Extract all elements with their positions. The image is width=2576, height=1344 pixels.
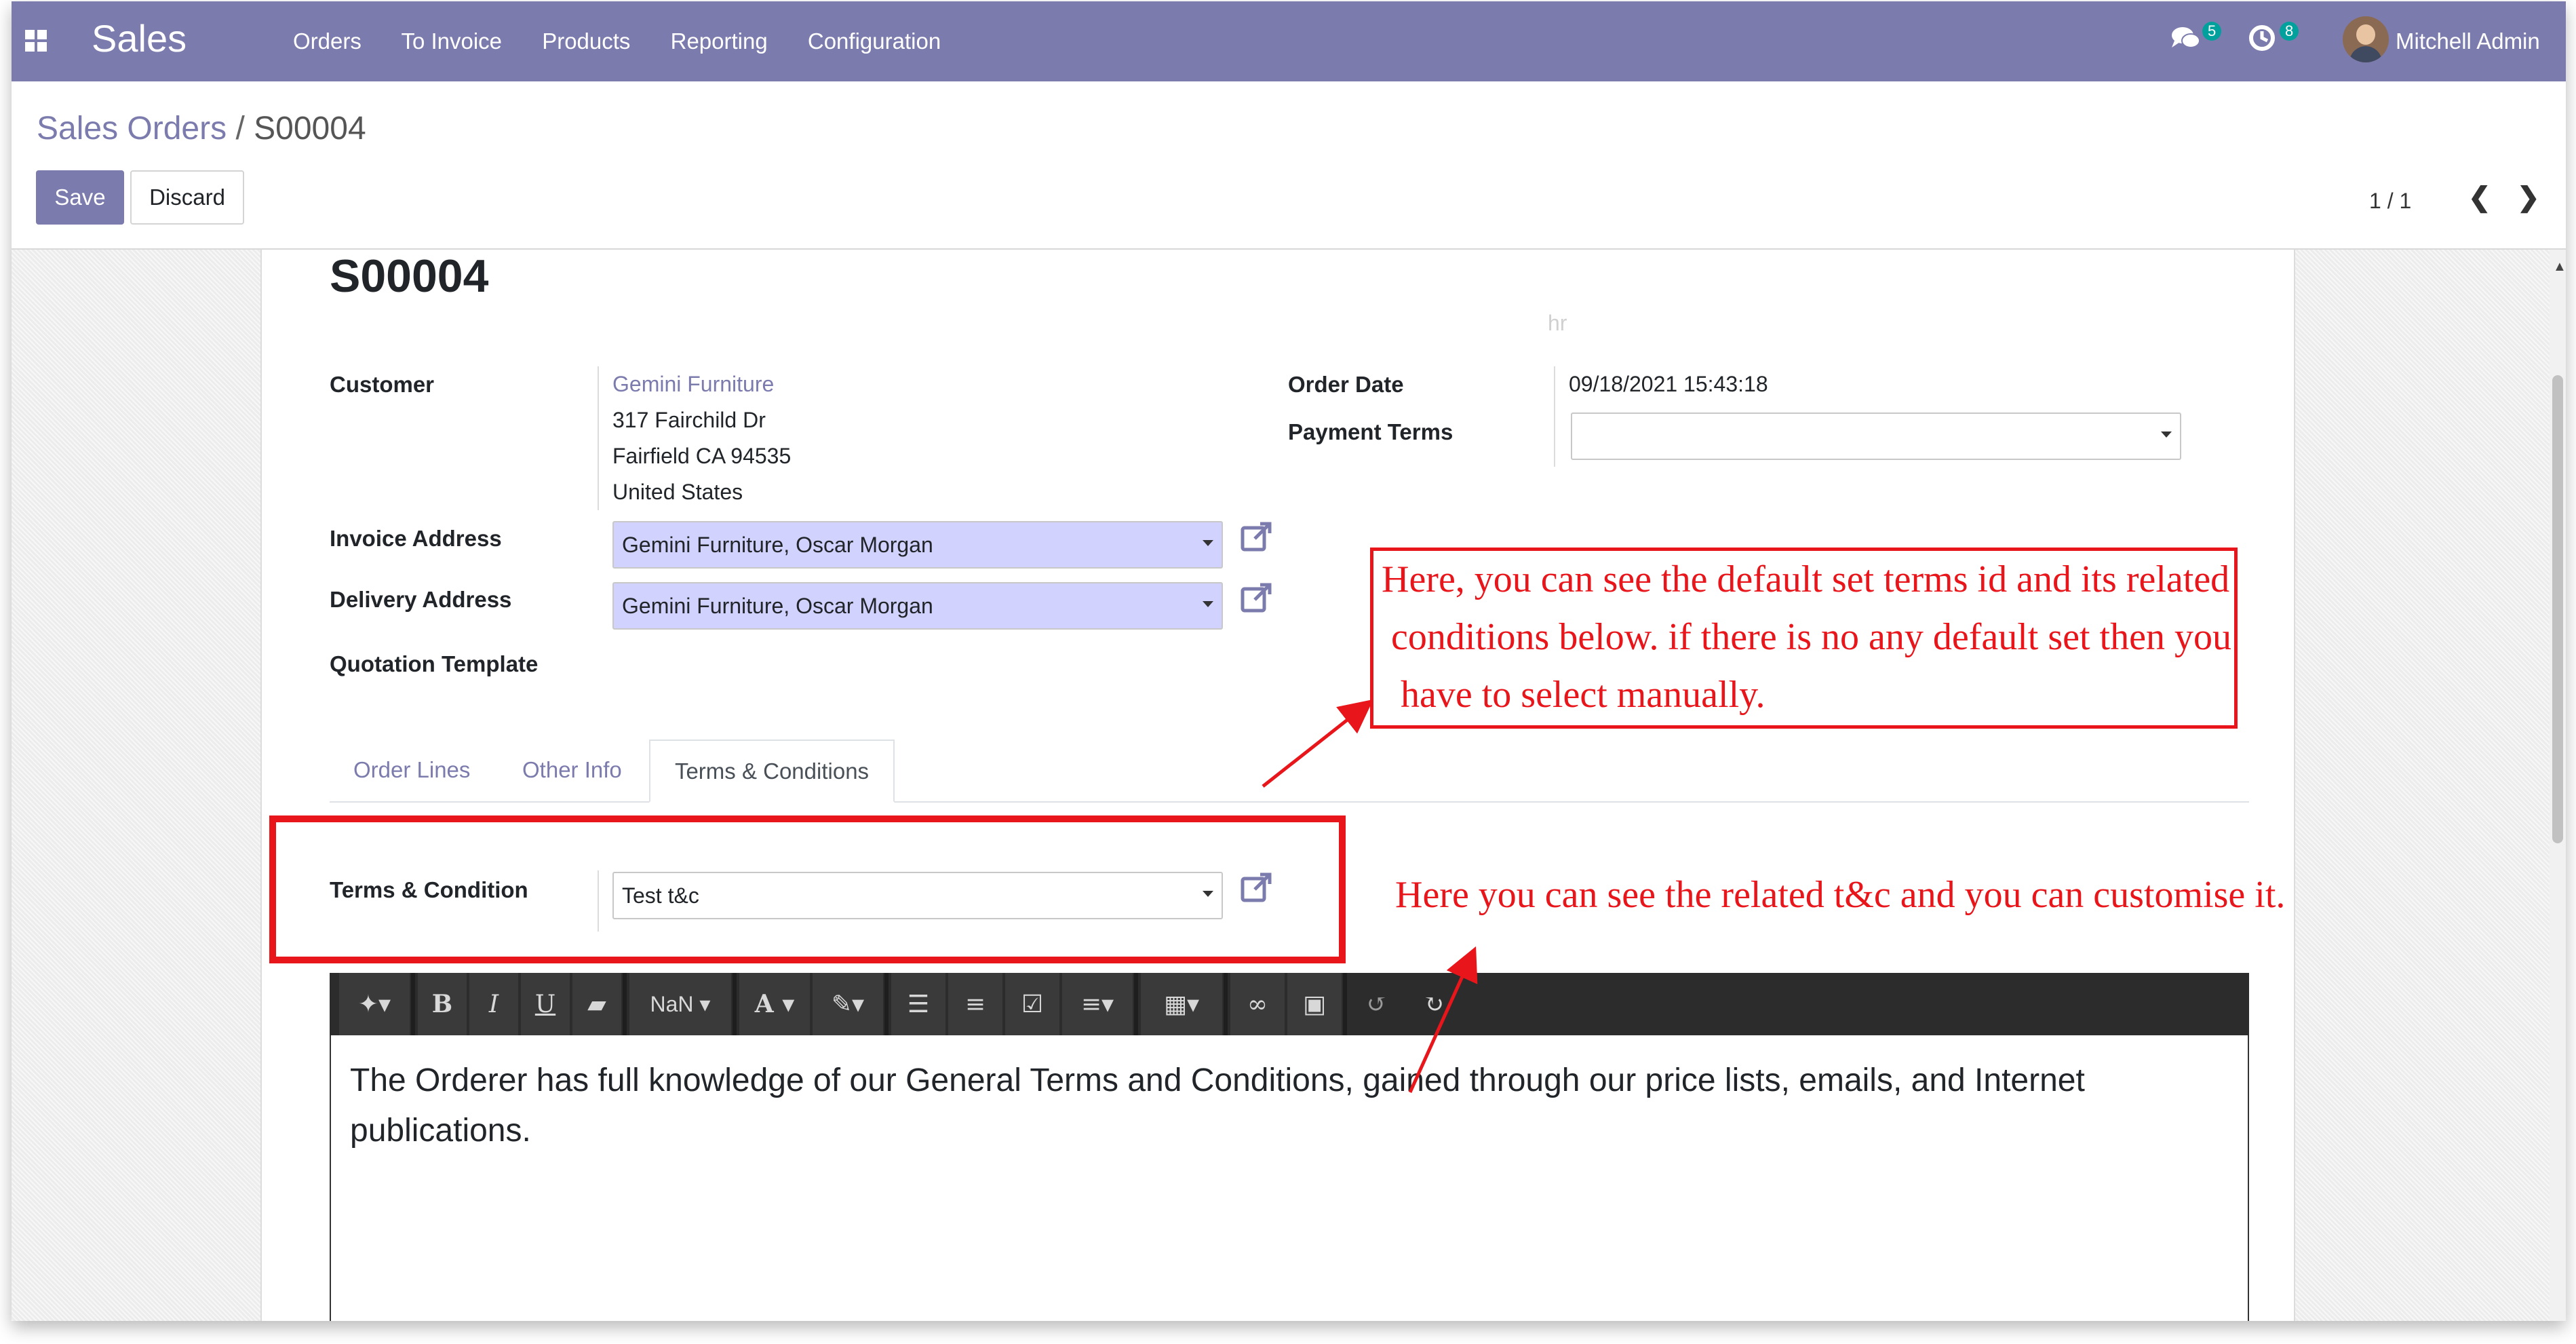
annotation-note-line: have to select manually. — [1382, 674, 1765, 716]
annotation-note-customise: Here you can see the related t&c and you… — [1395, 874, 2286, 916]
annotation-note-default-terms: Here, you can see the default set terms … — [1370, 548, 2238, 729]
annotation-note-line: conditions below. if there is no any def… — [1382, 616, 2231, 658]
annotation-arrow-2 — [1408, 946, 1478, 1094]
annotation-arrow-1 — [1262, 699, 1373, 788]
annotation-note-line: Here, you can see the default set terms … — [1382, 558, 2230, 600]
app-window: Sales Orders To Invoice Products Reporti… — [12, 1, 2566, 1321]
